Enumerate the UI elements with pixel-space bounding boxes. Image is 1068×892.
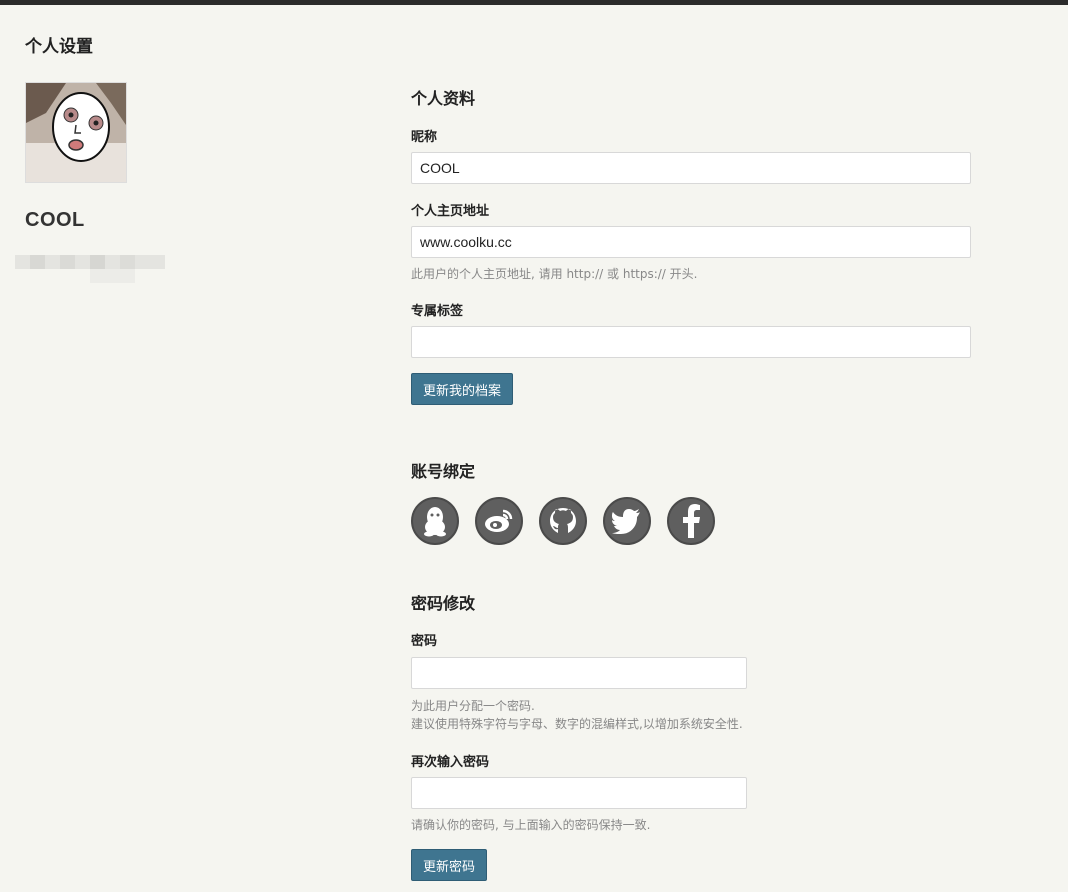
password-label: 密码 (411, 634, 438, 649)
tag-input[interactable] (411, 326, 971, 358)
confirm-password-input[interactable] (411, 777, 747, 809)
top-bar (0, 0, 1068, 5)
facebook-icon[interactable] (667, 497, 715, 545)
confirm-password-label: 再次输入密码 (411, 755, 490, 770)
twitter-icon[interactable] (603, 497, 651, 545)
weibo-icon[interactable] (475, 497, 523, 545)
tag-label: 专属标签 (411, 304, 464, 319)
binding-section-title: 账号绑定 (411, 462, 476, 481)
qq-icon[interactable] (411, 497, 459, 545)
password-help-2: 建议使用特殊字符与字母、数字的混编样式,以增加系统安全性. (411, 717, 743, 731)
homepage-input[interactable] (411, 226, 971, 258)
avatar-image (26, 83, 126, 182)
homepage-label: 个人主页地址 (411, 204, 490, 219)
profile-section-title: 个人资料 (411, 89, 476, 108)
nickname-label: 昵称 (411, 130, 438, 145)
username: COOL (25, 209, 85, 231)
nickname-input[interactable] (411, 152, 971, 184)
update-password-button[interactable]: 更新密码 (411, 849, 488, 881)
password-input[interactable] (411, 657, 747, 689)
update-profile-button[interactable]: 更新我的档案 (411, 373, 514, 405)
password-help-1: 为此用户分配一个密码. (411, 699, 535, 713)
blurred-text (15, 255, 165, 283)
page-title: 个人设置 (25, 37, 93, 57)
confirm-password-help: 请确认你的密码, 与上面输入的密码保持一致. (411, 818, 651, 832)
avatar[interactable] (25, 82, 127, 183)
password-section-title: 密码修改 (411, 594, 476, 613)
github-icon[interactable] (539, 497, 587, 545)
homepage-help: 此用户的个人主页地址, 请用 http:// 或 https:// 开头. (411, 267, 698, 281)
